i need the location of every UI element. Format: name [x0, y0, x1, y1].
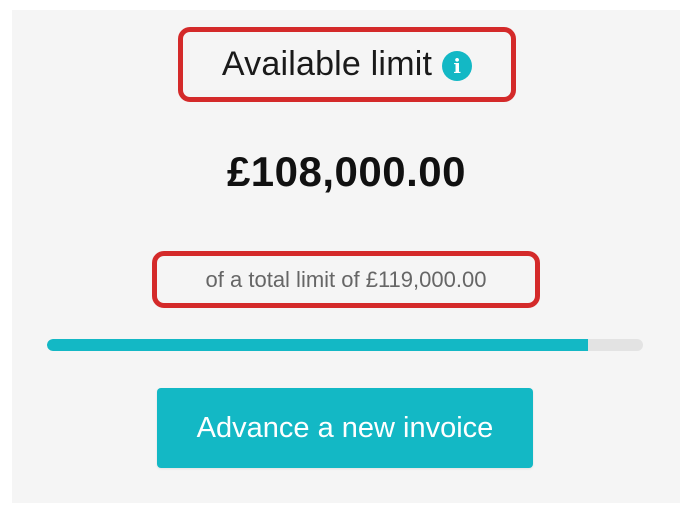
total-limit-text: of a total limit of £119,000.00: [205, 266, 487, 292]
limit-progress-fill: [47, 339, 589, 351]
available-limit-title: Available limit: [221, 45, 433, 83]
limit-progress-bar: [47, 339, 643, 351]
info-icon[interactable]: i: [442, 50, 473, 81]
available-limit-amount: £108,000.00: [226, 148, 467, 195]
available-limit-heading: Available limit i: [178, 27, 516, 102]
total-limit-label-box: of a total limit of £119,000.00: [152, 251, 540, 308]
advance-new-invoice-button[interactable]: Advance a new invoice: [157, 388, 533, 468]
